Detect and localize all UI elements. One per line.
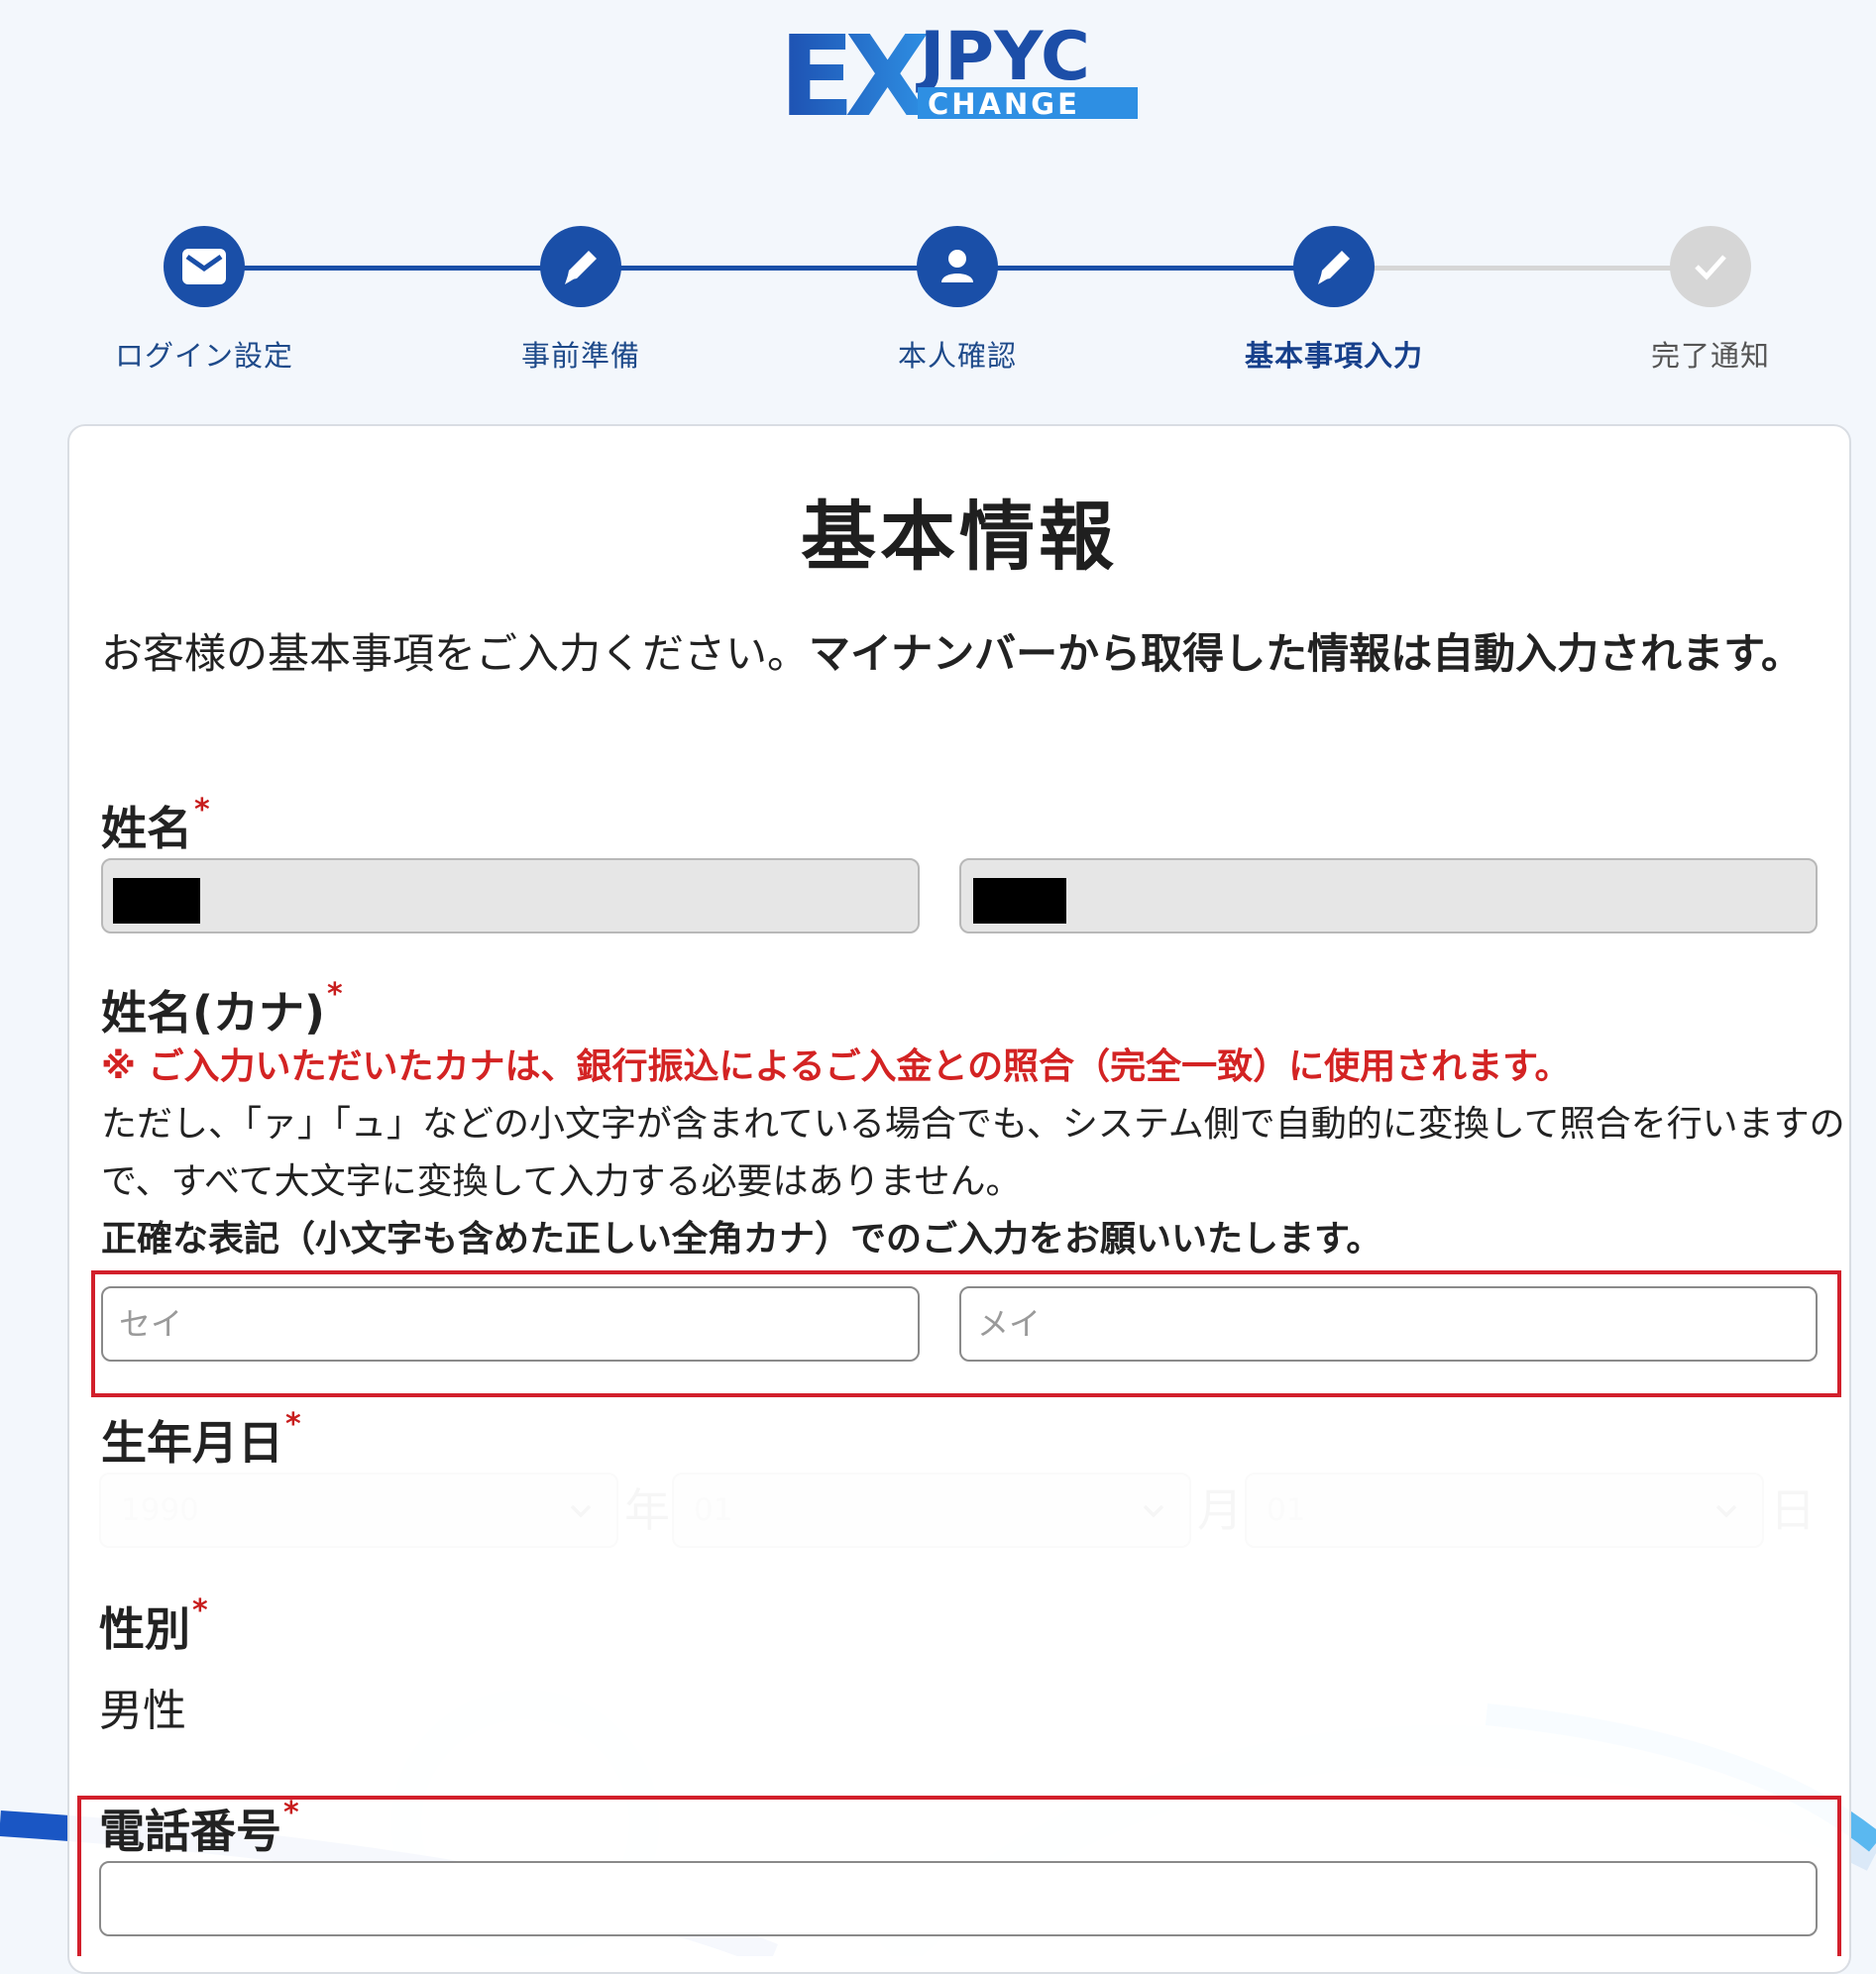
redacted-value <box>973 878 1066 924</box>
step-label: 完了通知 <box>1650 339 1770 373</box>
kana-label: 姓名(カナ)* <box>101 977 343 1042</box>
required-mark: * <box>194 793 210 827</box>
kana-note-text: ただし、「ァ」「ュ」などの小文字が含まれている場合でも、システム側で自動的に変換… <box>101 1104 1845 1202</box>
intro-bold: マイナンバーから取得した情報は自動入力されます。 <box>809 629 1803 678</box>
step-label: ログイン設定 <box>114 339 293 373</box>
required-mark: * <box>192 1593 208 1628</box>
kana-highlight-box <box>91 1270 1841 1397</box>
step-basic-info: 基本事項入力 <box>1185 226 1483 375</box>
stepper-line-complete <box>204 266 1337 271</box>
intro-normal: お客様の基本事項をご入力ください。 <box>101 629 810 678</box>
birthdate-label-text: 生年月日 <box>101 1416 283 1470</box>
gender-label: 性別* <box>99 1593 208 1659</box>
logo-ex: EX <box>779 16 930 121</box>
kana-warning: ※ ご入力いただいたカナは、銀行振込によるご入金との照合（完全一致）に使用されま… <box>101 1046 1571 1087</box>
step-label-active: 基本事項入力 <box>1244 339 1423 373</box>
step-completion: 完了通知 <box>1562 226 1859 375</box>
step-label: 本人確認 <box>897 339 1017 373</box>
name-label-text: 姓名 <box>101 802 192 855</box>
exjpyc-logo: EX JPYC CHANGE <box>779 16 1138 121</box>
intro-text: お客様の基本事項をご入力ください。マイナンバーから取得した情報は自動入力されます… <box>101 620 1825 688</box>
page-title: 基本情報 <box>801 493 1118 581</box>
user-icon <box>917 226 998 307</box>
step-login-settings: ログイン設定 <box>55 226 353 375</box>
kana-notice: ※ ご入力いただいたカナは、銀行振込によるご入金との照合（完全一致）に使用されま… <box>101 1039 1845 1268</box>
step-identity-verification: 本人確認 <box>809 226 1106 375</box>
step-preparation: 事前準備 <box>432 226 729 375</box>
phone-highlight-box <box>77 1796 1841 1956</box>
name-label: 姓名* <box>101 793 210 858</box>
redacted-value <box>113 878 200 924</box>
kana-emphasis: 正確な表記（小文字も含めた正しい全角カナ）でのご入力をお願いいたします。 <box>101 1219 1382 1260</box>
progress-stepper: ログイン設定 事前準備 本人確認 基本事項入力 完了通知 <box>0 218 1876 386</box>
step-label: 事前準備 <box>520 339 640 373</box>
first-name-field[interactable] <box>959 858 1818 933</box>
last-name-field[interactable] <box>101 858 920 933</box>
logo-jpyc: JPYC <box>916 18 1090 96</box>
basic-info-card: 基本情報 お客様の基本事項をご入力ください。マイナンバーから取得した情報は自動入… <box>67 424 1851 1974</box>
logo-change: CHANGE <box>928 87 1080 121</box>
pencil-icon <box>1293 226 1375 307</box>
gender-value: 男性 <box>99 1686 186 1736</box>
birthdate-label: 生年月日* <box>101 1407 301 1473</box>
gender-label-text: 性別 <box>99 1602 190 1656</box>
kana-label-text: 姓名(カナ) <box>101 986 326 1040</box>
required-mark: * <box>327 977 343 1012</box>
required-mark: * <box>285 1407 301 1442</box>
pencil-icon <box>540 226 621 307</box>
envelope-icon <box>164 226 245 307</box>
check-icon <box>1670 226 1751 307</box>
